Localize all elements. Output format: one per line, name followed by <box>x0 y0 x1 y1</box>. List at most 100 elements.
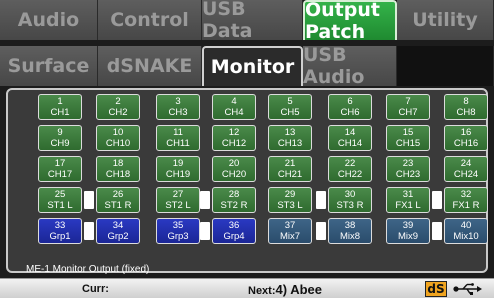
channel-button[interactable]: 35 Grp3 <box>156 218 200 244</box>
channel-number: 34 <box>112 220 124 231</box>
channel-number: 5 <box>287 96 293 107</box>
tab-label: USB Data <box>202 0 253 42</box>
next-scene-label: Next: <box>248 285 276 297</box>
channel-number: 14 <box>344 127 356 138</box>
channel-button[interactable]: 34 Grp2 <box>96 218 140 244</box>
tab-control[interactable]: Control <box>98 0 202 40</box>
channel-label: CH1 <box>50 107 70 118</box>
channel-label: Grp4 <box>223 231 245 242</box>
pair-link-indicator <box>84 222 94 240</box>
channel-number: 29 <box>284 189 296 200</box>
channel-button[interactable]: 40 Mix10 <box>444 218 488 244</box>
next-scene: Next:4) Abee <box>248 282 322 297</box>
channel-button[interactable]: 36 Grp4 <box>212 218 256 244</box>
channel-button[interactable]: 16 CH16 <box>444 125 488 151</box>
channel-label: CH4 <box>224 107 244 118</box>
channel-button[interactable]: 4 CH4 <box>212 94 256 120</box>
button-row: 17 CH17 18 CH18 19 CH19 20 CH20 21 CH21 22 CH22 23 CH… <box>20 156 488 183</box>
channel-button[interactable]: 19 CH19 <box>156 156 200 182</box>
tab-row-1: Audio Control USB Data Output Patch Util… <box>0 0 494 43</box>
channel-label: ST2 L <box>165 200 191 211</box>
channel-button[interactable]: 22 CH22 <box>328 156 372 182</box>
top-tab-bar: Audio Control USB Data Output Patch Util… <box>0 0 494 88</box>
channel-number: 28 <box>228 189 240 200</box>
channel-button[interactable]: 37 Mix7 <box>268 218 312 244</box>
channel-button[interactable]: 33 Grp1 <box>38 218 82 244</box>
channel-button[interactable]: 20 CH20 <box>212 156 256 182</box>
channel-label: CH11 <box>166 138 190 149</box>
channel-label: Mix9 <box>397 231 419 242</box>
channel-number: 12 <box>228 127 240 138</box>
channel-label: Grp2 <box>107 231 129 242</box>
channel-button[interactable]: 28 ST2 R <box>212 187 256 213</box>
pair-link-indicator <box>432 222 442 240</box>
channel-number: 39 <box>402 220 414 231</box>
channel-button[interactable]: 21 CH21 <box>268 156 312 182</box>
tab-label: Monitor <box>210 56 295 78</box>
channel-button[interactable]: 23 CH23 <box>386 156 430 182</box>
channel-number: 21 <box>284 158 296 169</box>
tab-utility[interactable]: Utility <box>397 0 494 40</box>
channel-number: 17 <box>54 158 66 169</box>
channel-button[interactable]: 25 ST1 L <box>38 187 82 213</box>
channel-number: 25 <box>54 189 66 200</box>
channel-label: CH18 <box>105 169 131 180</box>
channel-button[interactable]: 3 CH3 <box>156 94 200 120</box>
channel-button[interactable]: 6 CH6 <box>328 94 372 120</box>
channel-button[interactable]: 17 CH17 <box>38 156 82 182</box>
channel-button[interactable]: 31 FX1 L <box>386 187 430 213</box>
channel-button[interactable]: 24 CH24 <box>444 156 488 182</box>
channel-button[interactable]: 15 CH15 <box>386 125 430 151</box>
channel-button[interactable]: 8 CH8 <box>444 94 488 120</box>
channel-number: 38 <box>344 220 356 231</box>
button-row: 25 ST1 L 26 ST1 R 27 ST2 L 28 ST2 R 29 ST3 L 30 ST3… <box>20 187 488 214</box>
channel-number: 30 <box>344 189 356 200</box>
channel-button[interactable]: 9 CH9 <box>38 125 82 151</box>
channel-button[interactable]: 38 Mix8 <box>328 218 372 244</box>
dsnake-badge: dS <box>425 281 447 297</box>
channel-button[interactable]: 5 CH5 <box>268 94 312 120</box>
pair-link-indicator <box>316 222 326 240</box>
channel-number: 32 <box>460 189 472 200</box>
channel-button[interactable]: 10 CH10 <box>96 125 140 151</box>
tab-usb-audio[interactable]: USB Audio <box>303 44 397 88</box>
channel-number: 33 <box>54 220 66 231</box>
channel-number: 3 <box>175 96 181 107</box>
channel-button[interactable]: 29 ST3 L <box>268 187 312 213</box>
channel-button[interactable]: 32 FX1 R <box>444 187 488 213</box>
tab-label: Output Patch <box>305 0 380 43</box>
current-scene-label: Curr: <box>82 283 109 295</box>
channel-button[interactable]: 14 CH14 <box>328 125 372 151</box>
tab-row-2: Surface dSNAKE Monitor USB Audio <box>0 44 494 88</box>
channel-number: 37 <box>284 220 296 231</box>
channel-button[interactable]: 12 CH12 <box>212 125 256 151</box>
channel-button[interactable]: 30 ST3 R <box>328 187 372 213</box>
tab-output-patch[interactable]: Output Patch <box>303 0 397 43</box>
channel-button[interactable]: 13 CH13 <box>268 125 312 151</box>
channel-label: CH5 <box>280 107 300 118</box>
channel-label: ST1 L <box>47 200 73 211</box>
monitor-output-note: ME-1 Monitor Output (fixed) <box>26 264 150 275</box>
channel-button[interactable]: 1 CH1 <box>38 94 82 120</box>
channel-button[interactable]: 18 CH18 <box>96 156 140 182</box>
channel-button[interactable]: 11 CH11 <box>156 125 200 151</box>
tab-monitor[interactable]: Monitor <box>202 46 303 86</box>
channel-button[interactable]: 2 CH2 <box>96 94 140 120</box>
channel-button[interactable]: 26 ST1 R <box>96 187 140 213</box>
channel-label: Grp3 <box>167 231 189 242</box>
tab-audio[interactable]: Audio <box>0 0 98 40</box>
channel-button[interactable]: 7 CH7 <box>386 94 430 120</box>
tab-surface[interactable]: Surface <box>0 46 98 86</box>
pair-link-indicator <box>200 222 210 240</box>
channel-label: ST3 R <box>336 200 364 211</box>
channel-label: CH19 <box>165 169 191 180</box>
channel-label: CH20 <box>221 169 247 180</box>
tab-dsnake[interactable]: dSNAKE <box>98 46 202 86</box>
channel-number: 6 <box>347 96 353 107</box>
channel-number: 31 <box>402 189 414 200</box>
channel-button[interactable]: 39 Mix9 <box>386 218 430 244</box>
tab-usb-data[interactable]: USB Data <box>202 0 303 42</box>
pair-link-indicator <box>84 191 94 209</box>
tab-label: Utility <box>412 9 478 31</box>
channel-button[interactable]: 27 ST2 L <box>156 187 200 213</box>
